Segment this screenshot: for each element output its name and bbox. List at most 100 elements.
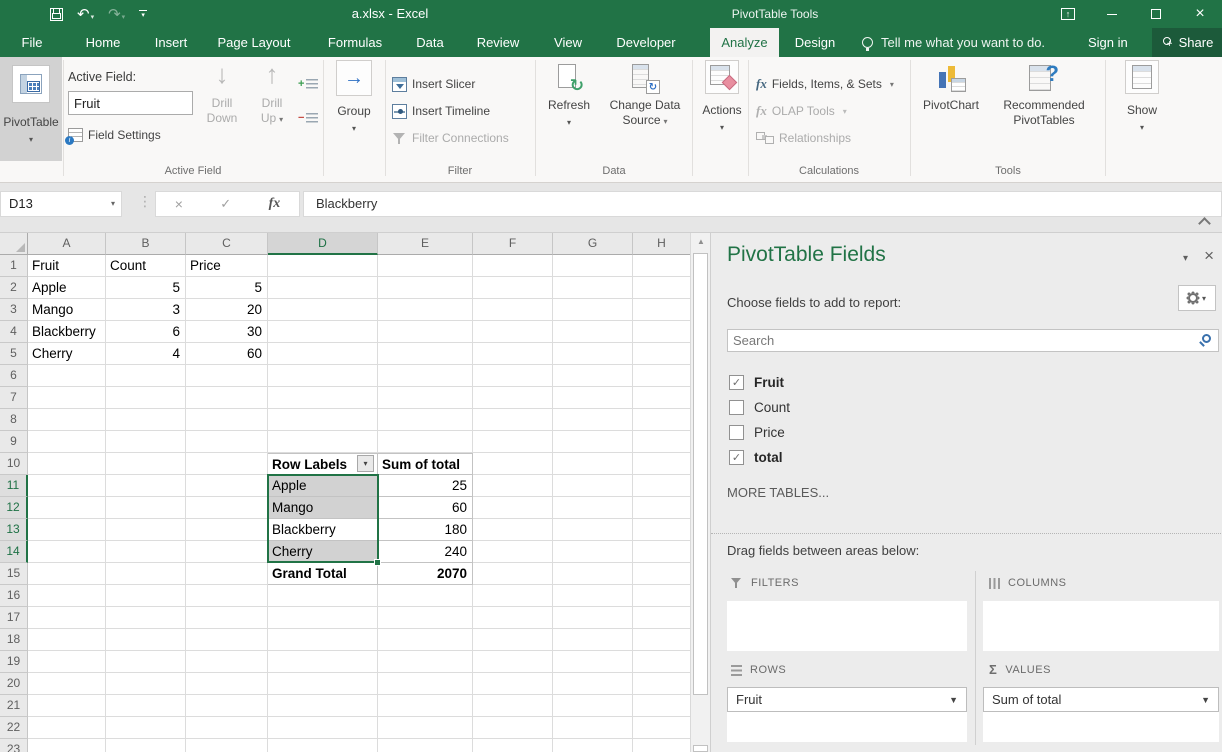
cell-A11[interactable]	[28, 475, 106, 497]
name-box[interactable]: D13 ▾	[0, 191, 122, 217]
cell-G20[interactable]	[553, 673, 633, 695]
cell-A7[interactable]	[28, 387, 106, 409]
cell-E23[interactable]	[378, 739, 473, 752]
cell-F23[interactable]	[473, 739, 553, 752]
tab-review[interactable]: Review	[466, 28, 530, 57]
cell-E17[interactable]	[378, 607, 473, 629]
cell-B11[interactable]	[106, 475, 186, 497]
cell-B9[interactable]	[106, 431, 186, 453]
cell-G16[interactable]	[553, 585, 633, 607]
cell-H14[interactable]	[633, 541, 690, 563]
cell-B15[interactable]	[106, 563, 186, 585]
cell-E18[interactable]	[378, 629, 473, 651]
expand-field-button[interactable]: +	[298, 75, 324, 93]
field-settings-button[interactable]: Field Settings	[68, 125, 161, 145]
cell-A8[interactable]	[28, 409, 106, 431]
pane-close-icon[interactable]: ×	[1204, 247, 1214, 264]
cell-F10[interactable]	[473, 453, 553, 475]
tab-data[interactable]: Data	[405, 28, 455, 57]
cell-F17[interactable]	[473, 607, 553, 629]
cell-G2[interactable]	[553, 277, 633, 299]
cell-C13[interactable]	[186, 519, 268, 541]
cell-H16[interactable]	[633, 585, 690, 607]
row-header-5[interactable]: 5	[0, 343, 28, 365]
select-all-corner[interactable]	[0, 233, 28, 255]
tab-insert[interactable]: Insert	[142, 28, 200, 57]
cell-C19[interactable]	[186, 651, 268, 673]
cell-G14[interactable]	[553, 541, 633, 563]
cell-F13[interactable]	[473, 519, 553, 541]
column-header-H[interactable]: H	[633, 233, 690, 255]
values-field-dropdown-arrow[interactable]: ▼	[1201, 695, 1210, 705]
confirm-entry-icon[interactable]: ✓	[220, 196, 231, 212]
undo-dropdown-arrow[interactable]: ▾	[91, 14, 95, 21]
cell-B7[interactable]	[106, 387, 186, 409]
cell-G19[interactable]	[553, 651, 633, 673]
cell-D23[interactable]	[268, 739, 378, 752]
cell-D18[interactable]	[268, 629, 378, 651]
tab-file[interactable]: File	[12, 28, 52, 57]
active-field-input[interactable]	[68, 91, 193, 115]
cell-G1[interactable]	[553, 255, 633, 277]
cell-G21[interactable]	[553, 695, 633, 717]
cell-B1[interactable]: Count	[106, 255, 186, 277]
cell-E9[interactable]	[378, 431, 473, 453]
row-header-10[interactable]: 10	[0, 453, 28, 475]
cell-G3[interactable]	[553, 299, 633, 321]
pane-tools-button[interactable]: ▾	[1178, 285, 1216, 311]
more-tables-link[interactable]: MORE TABLES...	[727, 485, 829, 500]
cell-H22[interactable]	[633, 717, 690, 739]
cell-F4[interactable]	[473, 321, 553, 343]
cell-D1[interactable]	[268, 255, 378, 277]
row-header-4[interactable]: 4	[0, 321, 28, 343]
row-header-6[interactable]: 6	[0, 365, 28, 387]
cell-F12[interactable]	[473, 497, 553, 519]
tab-page-layout[interactable]: Page Layout	[208, 28, 300, 57]
cell-A4[interactable]: Blackberry	[28, 321, 106, 343]
cell-H8[interactable]	[633, 409, 690, 431]
field-checkbox-price[interactable]	[729, 425, 744, 440]
cell-C20[interactable]	[186, 673, 268, 695]
cell-E16[interactable]	[378, 585, 473, 607]
cell-D19[interactable]	[268, 651, 378, 673]
cell-H17[interactable]	[633, 607, 690, 629]
name-box-dropdown-arrow[interactable]: ▾	[111, 192, 115, 216]
cell-D22[interactable]	[268, 717, 378, 739]
field-item-total[interactable]: ✓total	[729, 448, 783, 466]
cell-F3[interactable]	[473, 299, 553, 321]
minimize-button[interactable]	[1090, 0, 1134, 28]
group-button[interactable]: → Group ▾	[328, 60, 380, 136]
cell-B21[interactable]	[106, 695, 186, 717]
collapse-field-button[interactable]: −	[298, 109, 324, 127]
cell-A18[interactable]	[28, 629, 106, 651]
row-header-3[interactable]: 3	[0, 299, 28, 321]
cell-C21[interactable]	[186, 695, 268, 717]
tell-me-box[interactable]: Tell me what you want to do.	[862, 28, 1045, 57]
cell-A10[interactable]	[28, 453, 106, 475]
cell-F22[interactable]	[473, 717, 553, 739]
cell-C4[interactable]: 30	[186, 321, 268, 343]
cell-G8[interactable]	[553, 409, 633, 431]
cell-E15[interactable]: 2070	[378, 563, 473, 585]
scroll-up-icon[interactable]: ▲	[691, 233, 711, 251]
column-header-G[interactable]: G	[553, 233, 633, 255]
cell-E13[interactable]: 180	[378, 519, 473, 541]
cell-A12[interactable]	[28, 497, 106, 519]
row-header-14[interactable]: 14	[0, 541, 28, 563]
row-header-7[interactable]: 7	[0, 387, 28, 409]
cell-C7[interactable]	[186, 387, 268, 409]
cell-C16[interactable]	[186, 585, 268, 607]
row-header-12[interactable]: 12	[0, 497, 28, 519]
row-header-22[interactable]: 22	[0, 717, 28, 739]
row-header-9[interactable]: 9	[0, 431, 28, 453]
cell-B4[interactable]: 6	[106, 321, 186, 343]
cell-G22[interactable]	[553, 717, 633, 739]
cell-F7[interactable]	[473, 387, 553, 409]
cell-G11[interactable]	[553, 475, 633, 497]
field-search-box[interactable]	[727, 329, 1219, 352]
column-header-B[interactable]: B	[106, 233, 186, 255]
rows-field-dropdown-arrow[interactable]: ▼	[949, 695, 958, 705]
cell-H15[interactable]	[633, 563, 690, 585]
close-button[interactable]: ×	[1178, 0, 1222, 28]
cell-D12[interactable]: Mango	[268, 497, 378, 519]
